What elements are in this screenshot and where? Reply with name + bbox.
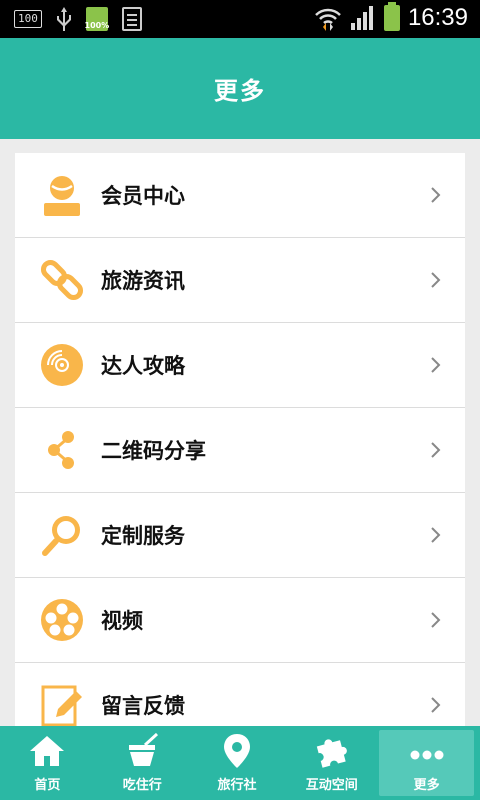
tab-label: 吃住行	[122, 778, 162, 793]
member-icon	[40, 173, 84, 217]
usb-icon	[56, 7, 71, 31]
app-header: 更多	[0, 38, 480, 139]
bottom-tab-bar: 首页 吃住行 旅行社 互动空间 更多	[0, 726, 480, 800]
clock: 16:39	[407, 4, 468, 31]
notification-box: 100	[14, 10, 42, 28]
tab-label: 旅行社	[217, 778, 257, 793]
menu-item-custom-service[interactable]: 定制服务	[15, 493, 465, 578]
share-icon	[40, 428, 84, 472]
status-bar: 100 100% 16:39	[0, 0, 480, 38]
chevron-right-icon	[431, 187, 441, 203]
menu-item-member-center[interactable]: 会员中心	[15, 153, 465, 238]
magnifier-icon	[40, 513, 84, 557]
tab-label: 首页	[34, 778, 61, 793]
chevron-right-icon	[431, 357, 441, 373]
menu-list: 会员中心 旅游资讯 达人攻略 二维码分享 定制服务 视频 留言反馈	[15, 153, 465, 748]
wifi-icon	[315, 8, 341, 31]
more-dots-icon	[407, 732, 447, 770]
home-icon	[27, 732, 67, 770]
menu-item-label: 定制服务	[101, 524, 185, 548]
film-reel-icon	[40, 598, 84, 642]
page-title: 更多	[214, 77, 266, 105]
tab-travel-agency[interactable]: 旅行社	[190, 726, 285, 800]
chevron-right-icon	[431, 442, 441, 458]
menu-item-label: 二维码分享	[101, 439, 206, 463]
menu-item-travel-news[interactable]: 旅游资讯	[15, 238, 465, 323]
tab-food-lodging-travel[interactable]: 吃住行	[95, 726, 190, 800]
chevron-right-icon	[431, 612, 441, 628]
menu-item-label: 视频	[101, 609, 143, 633]
tab-label: 更多	[413, 778, 440, 793]
chevron-right-icon	[431, 527, 441, 543]
tab-label: 互动空间	[305, 778, 358, 793]
battery-notification-icon: 100%	[85, 7, 109, 31]
menu-item-video[interactable]: 视频	[15, 578, 465, 663]
menu-item-label: 旅游资讯	[101, 269, 185, 293]
tab-more[interactable]: 更多	[379, 730, 474, 796]
tab-home[interactable]: 首页	[0, 726, 95, 800]
menu-item-expert-guides[interactable]: 达人攻略	[15, 323, 465, 408]
battery-icon	[383, 2, 400, 31]
signal-icon	[350, 6, 373, 30]
tab-interactive-space[interactable]: 互动空间	[284, 726, 379, 800]
chevron-right-icon	[431, 272, 441, 288]
document-icon	[121, 7, 142, 31]
location-pin-icon	[217, 732, 257, 770]
chevron-right-icon	[431, 697, 441, 713]
menu-item-label: 会员中心	[101, 184, 185, 208]
edit-icon	[40, 683, 84, 727]
menu-item-label: 达人攻略	[101, 354, 185, 378]
puzzle-icon	[312, 732, 352, 770]
menu-item-qr-share[interactable]: 二维码分享	[15, 408, 465, 493]
disc-icon	[40, 343, 84, 387]
link-icon	[40, 258, 84, 302]
food-bowl-icon	[122, 732, 162, 770]
menu-item-label: 留言反馈	[101, 694, 185, 718]
